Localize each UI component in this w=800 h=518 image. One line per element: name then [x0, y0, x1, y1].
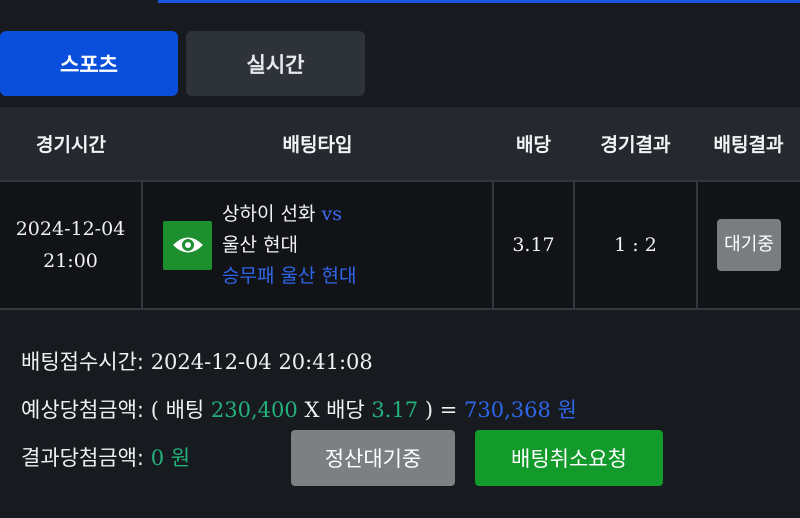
header-match-result: 경기결과: [574, 107, 697, 181]
table-header-row: 경기시간 배팅타입 배당 경기결과 배팅결과: [0, 107, 800, 181]
top-accent-line: [158, 0, 800, 3]
bet-pick: 승무패 울산 현대: [222, 264, 357, 287]
bet-amount-label: 배팅: [165, 398, 205, 422]
odds-value: 3.17: [371, 398, 419, 422]
accepted-time-label: 배팅접수시간:: [21, 350, 144, 374]
won-unit-result: 원: [170, 446, 191, 470]
accepted-time-line: 배팅접수시간: 2024-12-04 20:41:08: [21, 342, 577, 390]
match-date: 2024-12-04: [15, 218, 126, 240]
settlement-pending-button[interactable]: 정산대기중: [291, 430, 455, 486]
waiting-badge: 대기중: [717, 219, 781, 271]
header-odds: 배당: [493, 107, 574, 181]
category-tabs: 스포츠 실시간: [0, 31, 365, 96]
away-team: 울산 현대: [222, 233, 298, 256]
won-unit: 원: [557, 398, 577, 422]
result-amount-value: 0: [150, 446, 165, 470]
odds-cell: 3.17: [492, 180, 575, 310]
eye-icon[interactable]: [163, 220, 212, 270]
tab-live[interactable]: 실시간: [186, 31, 365, 96]
expected-win-label: 예상당첨금액:: [21, 398, 144, 422]
result-win-label: 결과당첨금액:: [21, 446, 144, 470]
times-sign: X: [304, 398, 320, 422]
header-bet-type: 배팅타입: [142, 107, 493, 181]
header-bet-result: 배팅결과: [697, 107, 800, 181]
header-match-time: 경기시간: [0, 107, 142, 181]
score-cell: 1 : 2: [573, 180, 698, 310]
home-team: 상하이 선화: [222, 202, 316, 225]
bet-result-cell: 대기중: [696, 180, 800, 310]
tab-sports[interactable]: 스포츠: [0, 31, 178, 96]
table-row: 2024-12-04 21:00 상하이 선화 vs 울산 현대 승무패 울산 …: [0, 180, 800, 310]
match-time: 21:00: [43, 250, 98, 272]
odds-label: 배당: [326, 398, 365, 422]
vs-label: vs: [321, 202, 342, 225]
accepted-time-value: 2024-12-04 20:41:08: [150, 350, 373, 374]
close-equals: ) =: [424, 398, 458, 422]
expected-amount-value: 730,368: [464, 398, 551, 422]
cancel-bet-request-button[interactable]: 배팅취소요청: [475, 430, 663, 486]
match-time-cell: 2024-12-04 21:00: [0, 180, 143, 310]
open-paren: (: [150, 398, 159, 422]
bet-history-table: 경기시간 배팅타입 배당 경기결과 배팅결과 2024-12-04 21:00 …: [0, 107, 800, 310]
bet-type-cell: 상하이 선화 vs 울산 현대 승무패 울산 현대: [141, 180, 494, 310]
bet-amount-value: 230,400: [210, 398, 298, 422]
